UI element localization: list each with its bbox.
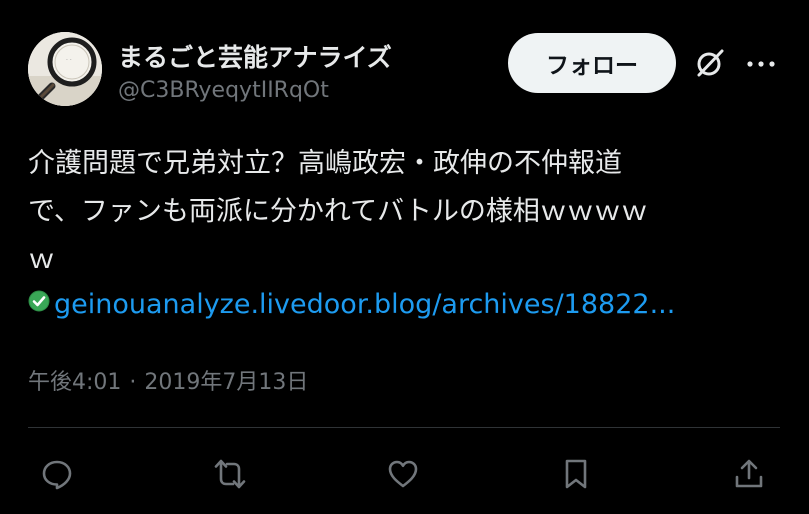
- tweet-time[interactable]: 午後4:01: [28, 370, 121, 395]
- user-handle[interactable]: @C3BRyeqytIIRqOt: [118, 78, 329, 103]
- green-check-icon: [28, 290, 50, 312]
- divider: [28, 427, 780, 428]
- more-icon[interactable]: [744, 52, 778, 76]
- tweet-link[interactable]: geinouanalyze.livedoor.blog/archives/188…: [54, 289, 675, 320]
- magnifying-glass-icon: · ·: [28, 32, 102, 106]
- reply-button[interactable]: [38, 455, 76, 493]
- share-icon: [735, 459, 763, 488]
- retweet-button[interactable]: [211, 455, 249, 493]
- share-button[interactable]: [730, 455, 768, 493]
- follow-button[interactable]: フォロー: [508, 33, 676, 93]
- reply-icon: [42, 460, 72, 490]
- tweet-text-line: で、ファンも両派に分かれてバトルの様相ｗｗｗｗ: [28, 196, 648, 227]
- tweet-text: 介護問題で兄弟対立？高嶋政宏・政伸の不仲報道 で、ファンも両派に分かれてバトルの…: [28, 140, 768, 284]
- avatar[interactable]: · ·: [28, 32, 102, 106]
- tweet-date[interactable]: 2019年7月13日: [144, 370, 308, 395]
- tweet-link-row: geinouanalyze.livedoor.blog/archives/188…: [28, 282, 675, 326]
- svg-text:· ·: · ·: [66, 57, 72, 64]
- bookmark-icon: [565, 459, 587, 489]
- like-icon: [388, 460, 418, 488]
- display-name[interactable]: まるごと芸能アナライズ: [118, 38, 392, 74]
- timestamp-separator: ·: [129, 370, 137, 395]
- grok-icon[interactable]: [693, 46, 727, 80]
- retweet-icon: [214, 459, 246, 489]
- tweet-card: · · まるごと芸能アナライズ @C3BRyeqytIIRqOt フォロー 介護…: [0, 0, 809, 514]
- like-button[interactable]: [384, 455, 422, 493]
- tweet-timestamp[interactable]: 午後4:01 · 2019年7月13日: [28, 364, 308, 396]
- tweet-text-line: ｗ: [28, 244, 55, 275]
- bookmark-button[interactable]: [557, 455, 595, 493]
- tweet-text-line: 介護問題で兄弟対立？高嶋政宏・政伸の不仲報道: [28, 148, 622, 179]
